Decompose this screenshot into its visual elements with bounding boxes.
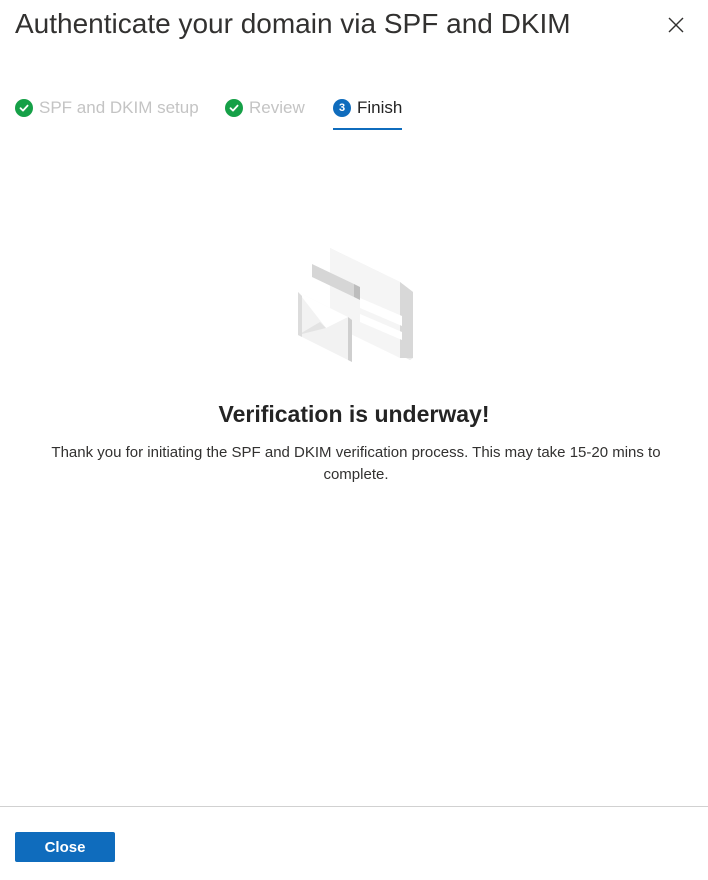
authenticate-domain-panel: Authenticate your domain via SPF and DKI… xyxy=(0,0,708,880)
footer-divider xyxy=(0,806,708,807)
current-step-indicator xyxy=(333,128,402,130)
email-verification-illustration xyxy=(290,240,420,365)
verification-message: Thank you for initiating the SPF and DKI… xyxy=(51,444,661,483)
step-spf-dkim-setup[interactable]: SPF and DKIM setup xyxy=(15,96,199,132)
step-finish[interactable]: 3 Finish xyxy=(333,96,402,132)
checkmark-circle-icon xyxy=(225,99,243,117)
step-label: Review xyxy=(249,98,305,117)
close-button[interactable]: Close xyxy=(15,832,115,862)
step-label: SPF and DKIM setup xyxy=(39,98,199,117)
close-icon[interactable] xyxy=(664,13,688,37)
panel-title: Authenticate your domain via SPF and DKI… xyxy=(15,8,571,39)
step-number-badge: 3 xyxy=(333,99,351,117)
close-x-glyph xyxy=(668,17,684,33)
step-review[interactable]: Review xyxy=(225,96,305,132)
step-label: Finish xyxy=(357,98,403,117)
checkmark-circle-icon xyxy=(15,99,33,117)
verification-headline: Verification is underway! xyxy=(218,401,490,427)
